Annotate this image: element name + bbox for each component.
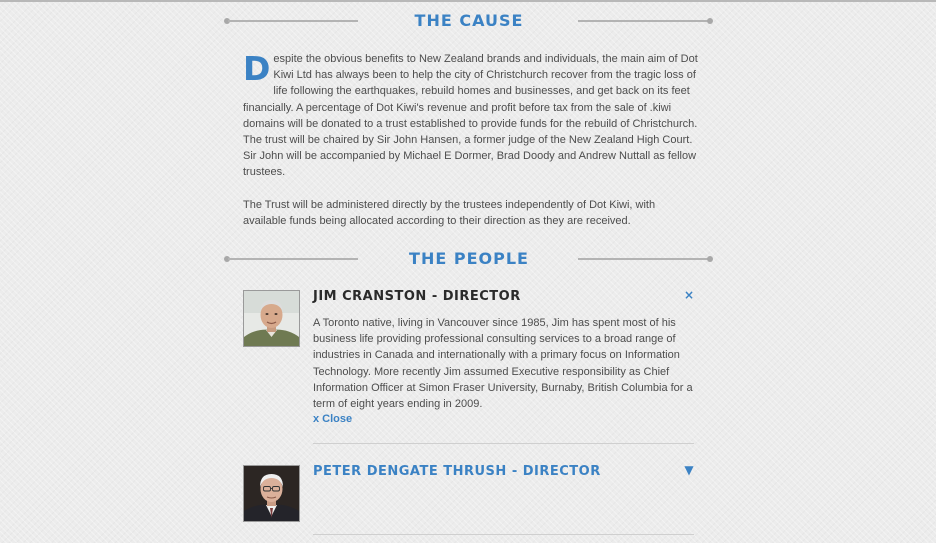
person-photo-jim-cranston	[243, 290, 300, 347]
people-section-title: THE PEOPLE	[409, 249, 529, 268]
person-photo-peter-dengate-thrush	[243, 465, 300, 522]
person-name: JIM CRANSTON - DIRECTOR	[313, 289, 521, 304]
drop-cap: D	[243, 49, 271, 88]
top-rule	[0, 0, 936, 2]
expand-triangle-icon[interactable]: ▼	[683, 464, 695, 476]
cause-section-header: THE CAUSE	[224, 9, 714, 33]
person-divider	[313, 534, 694, 535]
cause-body: Despite the obvious benefits to New Zeal…	[243, 51, 698, 229]
person-name[interactable]: PETER DENGATE THRUSH - DIRECTOR	[313, 465, 601, 479]
person-divider	[313, 443, 694, 444]
cause-paragraph-1-text: espite the obvious benefits to New Zeala…	[243, 53, 698, 179]
close-x-icon[interactable]: ×	[683, 289, 695, 301]
cause-paragraph-2: The Trust will be administered directly …	[243, 198, 656, 227]
close-link[interactable]: x Close	[313, 413, 352, 425]
people-section-header: THE PEOPLE	[224, 247, 714, 271]
cause-section-title: THE CAUSE	[414, 11, 524, 30]
cause-paragraph-1: Despite the obvious benefits to New Zeal…	[243, 51, 698, 181]
person-bio: A Toronto native, living in Vancouver si…	[313, 317, 693, 411]
